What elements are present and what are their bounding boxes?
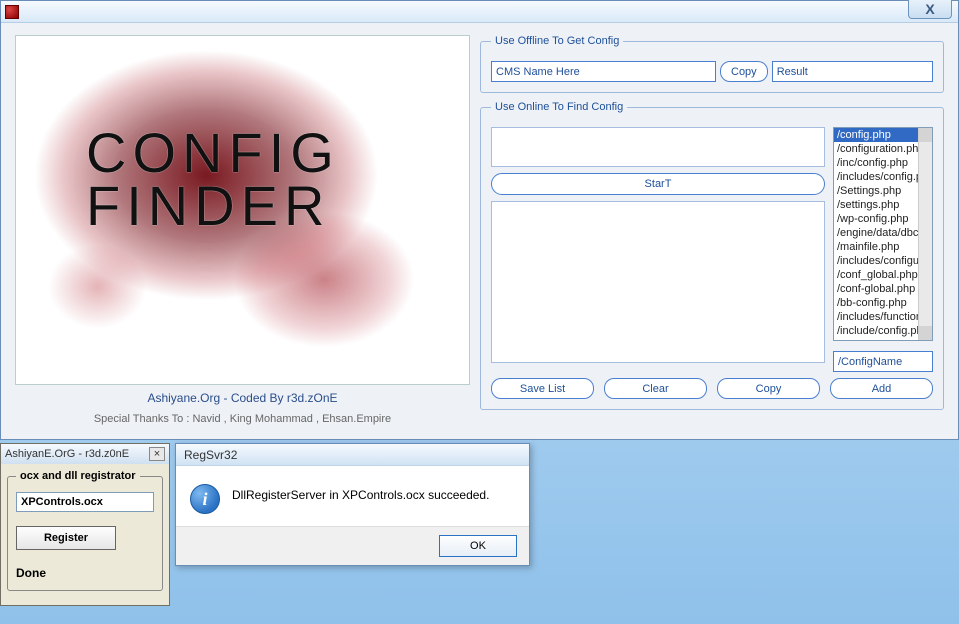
listbox-item[interactable]: /inc/config.php: [834, 156, 918, 170]
clear-button[interactable]: Clear: [604, 378, 707, 399]
registrator-legend: ocx and dll registrator: [16, 470, 140, 482]
main-window: X CONFIG FINDER Ashiyane.Org - Coded By …: [0, 0, 959, 440]
results-area[interactable]: [491, 201, 825, 363]
messagebox-text: DllRegisterServer in XPControls.ocx succ…: [232, 484, 489, 502]
credit-line: Ashiyane.Org - Coded By r3d.zOnE: [15, 391, 470, 405]
online-group: Use Online To Find Config StarT /config.…: [480, 101, 944, 410]
config-listbox[interactable]: /config.php/configuration.php/inc/config…: [833, 127, 933, 341]
listbox-item[interactable]: /conf-global.php: [834, 282, 918, 296]
cms-name-input[interactable]: [491, 61, 716, 82]
offline-result-input[interactable]: [772, 61, 933, 82]
listbox-item[interactable]: /includes/functions.php: [834, 310, 918, 324]
register-button[interactable]: Register: [16, 526, 116, 550]
listbox-item[interactable]: /includes/config.php: [834, 170, 918, 184]
start-button[interactable]: StarT: [491, 173, 825, 195]
url-input-area[interactable]: [491, 127, 825, 167]
offline-legend: Use Offline To Get Config: [491, 35, 623, 47]
listbox-item[interactable]: /includes/configure.php: [834, 254, 918, 268]
registrator-title-text: AshiyanE.OrG - r3d.z0nE: [5, 448, 129, 460]
main-titlebar: X: [1, 1, 958, 23]
thanks-line: Special Thanks To : Navid , King Mohamma…: [15, 413, 470, 425]
info-icon: i: [190, 484, 220, 514]
listbox-item[interactable]: /config.php: [834, 128, 918, 142]
listbox-item[interactable]: /conf_global.php: [834, 268, 918, 282]
save-list-button[interactable]: Save List: [491, 378, 594, 399]
listbox-item[interactable]: /wp-config.php: [834, 212, 918, 226]
registrator-group: ocx and dll registrator Register Done: [7, 470, 163, 591]
offline-group: Use Offline To Get Config Copy: [480, 35, 944, 93]
listbox-item[interactable]: /bb-config.php: [834, 296, 918, 310]
messagebox-title: RegSvr32: [176, 444, 529, 466]
add-button[interactable]: Add: [830, 378, 933, 399]
listbox-item[interactable]: /Settings.php: [834, 184, 918, 198]
messagebox: RegSvr32 i DllRegisterServer in XPContro…: [175, 443, 530, 566]
offline-copy-button[interactable]: Copy: [720, 61, 768, 82]
listbox-item[interactable]: /include/config.php: [834, 324, 918, 338]
listbox-item[interactable]: /settings.php: [834, 198, 918, 212]
ocx-file-input[interactable]: [16, 492, 154, 512]
listbox-item[interactable]: /class/config/index.php: [834, 338, 918, 341]
ok-button[interactable]: OK: [439, 535, 517, 557]
app-icon: [5, 5, 19, 19]
register-status: Done: [16, 566, 154, 580]
listbox-item[interactable]: /configuration.php: [834, 142, 918, 156]
listbox-item[interactable]: /mainfile.php: [834, 240, 918, 254]
registrator-window: AshiyanE.OrG - r3d.z0nE × ocx and dll re…: [0, 443, 170, 606]
banner-text-1: CONFIG: [86, 126, 340, 179]
listbox-item[interactable]: /engine/data/dbconfig.php: [834, 226, 918, 240]
banner-text-2: FINDER: [86, 179, 340, 232]
banner-image: CONFIG FINDER: [15, 35, 470, 385]
registrator-titlebar: AshiyanE.OrG - r3d.z0nE ×: [1, 444, 169, 464]
listbox-scrollbar[interactable]: [918, 128, 932, 340]
online-copy-button[interactable]: Copy: [717, 378, 820, 399]
online-legend: Use Online To Find Config: [491, 101, 627, 113]
registrator-close-button[interactable]: ×: [149, 447, 165, 461]
config-name-input[interactable]: [833, 351, 933, 372]
close-button[interactable]: X: [908, 0, 952, 19]
